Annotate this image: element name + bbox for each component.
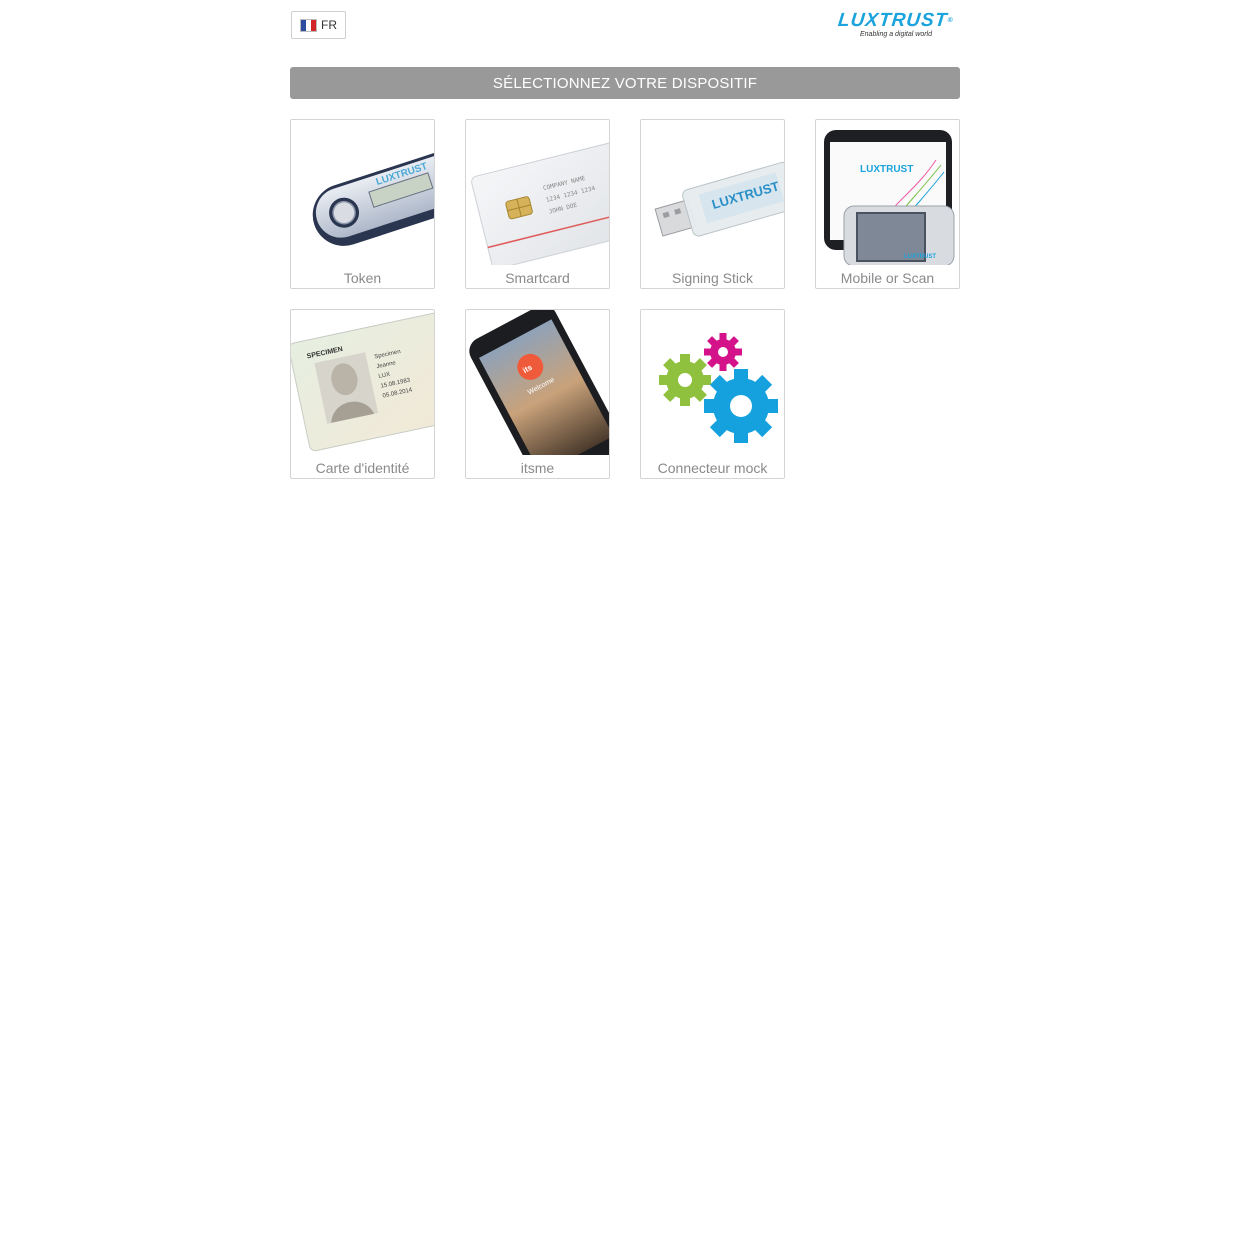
device-tile-signing-stick[interactable]: LUXTRUST Signing Stick bbox=[640, 119, 785, 289]
itsme-phone-image: its Welcome bbox=[466, 310, 609, 455]
language-code: FR bbox=[321, 18, 337, 32]
device-tile-mobile-scan[interactable]: LUXTRUST LUXTRUST Mobile or Scan bbox=[815, 119, 960, 289]
svg-text:LUXTRUST: LUXTRUST bbox=[860, 164, 913, 175]
device-label: Connecteur mock bbox=[657, 460, 768, 476]
device-label: itsme bbox=[520, 460, 555, 476]
device-tile-connecteur-mock[interactable]: Connecteur mock bbox=[640, 309, 785, 479]
device-tile-itsme[interactable]: its Welcome itsme bbox=[465, 309, 610, 479]
signing-stick-image: LUXTRUST bbox=[641, 120, 784, 265]
id-card-image: SPECIMEN Specimen Jeanne LUX 15.08.1983 … bbox=[291, 310, 434, 455]
select-device-banner: SÉLECTIONNEZ VOTRE DISPOSITIF bbox=[290, 67, 960, 99]
banner-title: SÉLECTIONNEZ VOTRE DISPOSITIF bbox=[492, 74, 758, 92]
device-label: Smartcard bbox=[505, 270, 570, 286]
device-tile-smartcard[interactable]: COMPANY NAME 1234 1234 1234 JOHN DOE Sma… bbox=[465, 119, 610, 289]
language-selector-button[interactable]: FR bbox=[291, 11, 346, 39]
device-label: Mobile or Scan bbox=[840, 270, 935, 286]
device-label: Token bbox=[343, 270, 382, 286]
device-tile-token[interactable]: LUXTRUST Token bbox=[290, 119, 435, 289]
device-label: Carte d'identité bbox=[315, 460, 410, 476]
token-image: LUXTRUST bbox=[291, 120, 434, 265]
mobile-scan-image: LUXTRUST LUXTRUST bbox=[816, 120, 959, 265]
brand-tagline: Enabling a digital world bbox=[860, 31, 932, 38]
smartcard-image: COMPANY NAME 1234 1234 1234 JOHN DOE bbox=[466, 120, 609, 265]
france-flag-icon bbox=[300, 18, 317, 32]
gears-icon bbox=[641, 310, 784, 455]
device-label: Signing Stick bbox=[672, 270, 753, 286]
luxtrust-logo: LUXTRUST® Enabling a digital world bbox=[836, 10, 960, 38]
svg-text:LUXTRUST: LUXTRUST bbox=[904, 254, 936, 260]
brand-name: LUXTRUST bbox=[836, 10, 949, 31]
device-tile-id-card[interactable]: SPECIMEN Specimen Jeanne LUX 15.08.1983 … bbox=[290, 309, 435, 479]
